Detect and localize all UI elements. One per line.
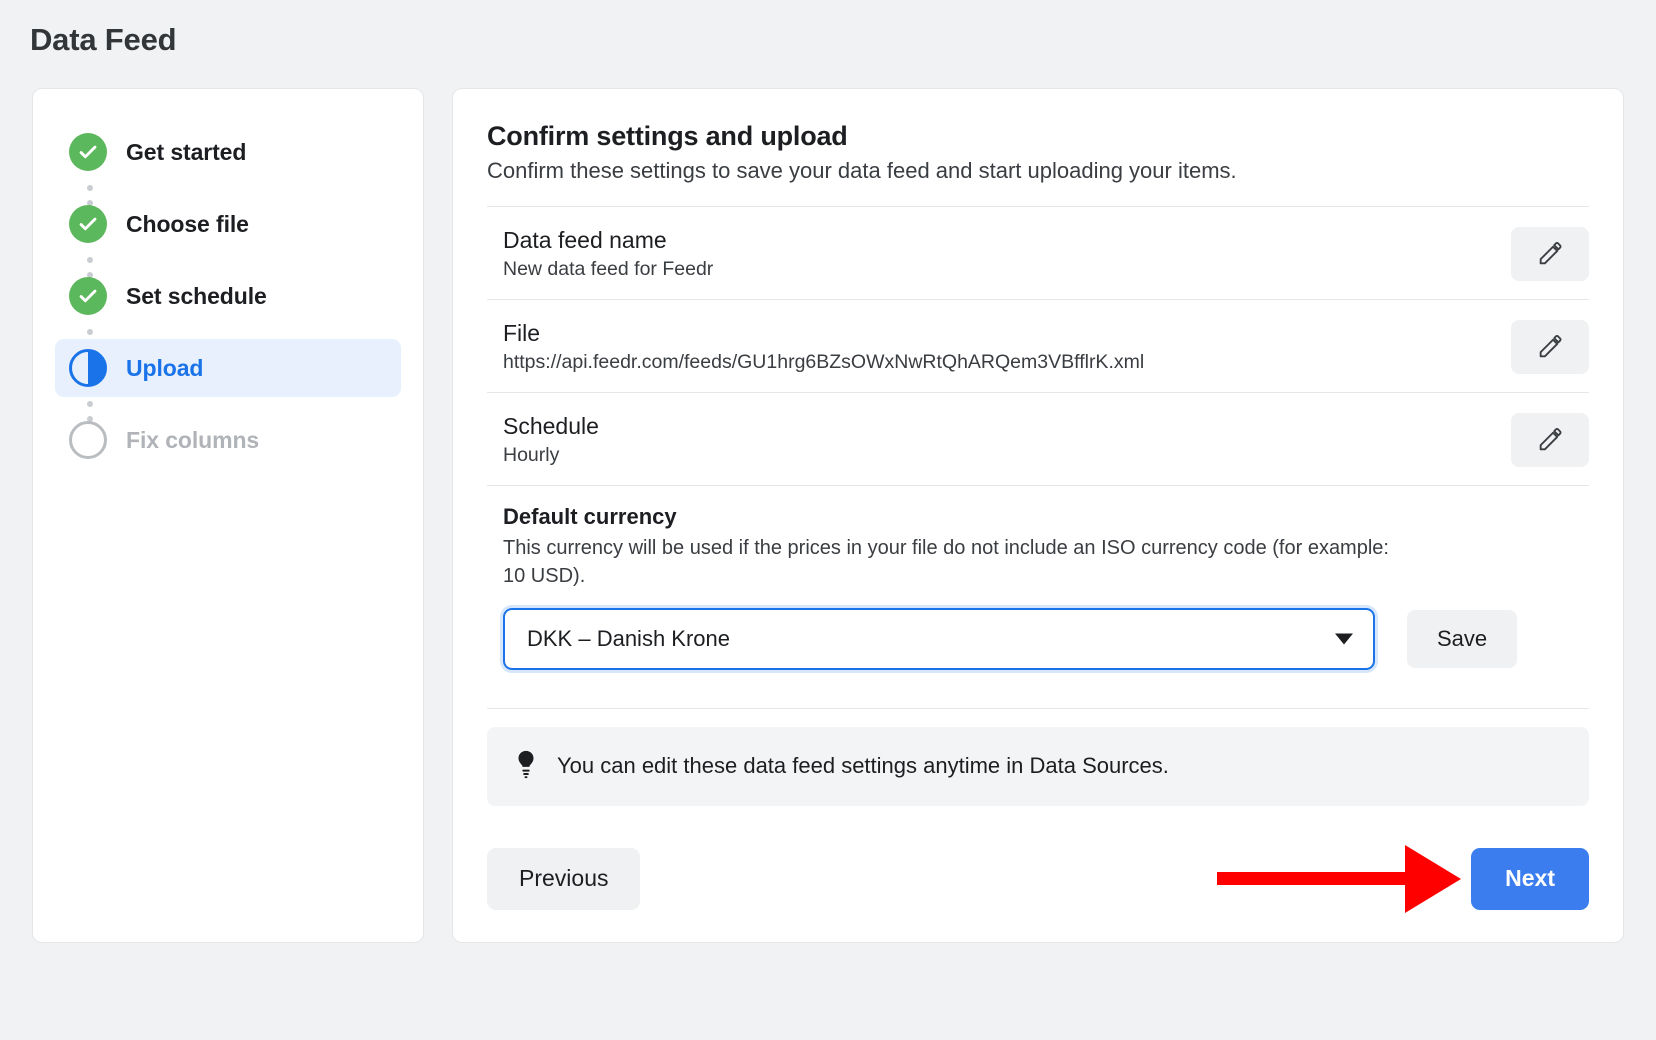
sidebar-step-set-schedule[interactable]: Set schedule [55, 267, 401, 325]
default-currency-title: Default currency [503, 504, 677, 529]
default-currency-description: This currency will be used if the prices… [503, 537, 1389, 588]
sidebar-step-label: Fix columns [126, 426, 260, 453]
tip-text: You can edit these data feed settings an… [557, 753, 1169, 779]
setting-value: Hourly [503, 444, 560, 466]
check-circle-icon [69, 277, 107, 315]
arrow-head [1405, 844, 1461, 913]
default-currency-section: Default currency This currency will be u… [487, 485, 1589, 690]
edit-data-feed-name-button[interactable] [1511, 227, 1589, 281]
pencil-icon [1536, 240, 1564, 268]
sidebar-step-upload[interactable]: Upload [55, 339, 401, 397]
arrow-shaft [1217, 872, 1407, 886]
next-button[interactable]: Next [1471, 847, 1589, 910]
panel-footer: Previous Next [487, 844, 1589, 913]
stepper-sidebar: Get started Choose file Set schedule Upl… [32, 88, 424, 943]
default-currency-controls: DKK – Danish Krone Save [503, 607, 1589, 670]
setting-text: File https://api.feedr.com/feeds/GU1hrg6… [503, 320, 1144, 374]
setting-row-schedule: Schedule Hourly [487, 392, 1589, 485]
tip-section: You can edit these data feed settings an… [487, 707, 1589, 806]
setting-value: https://api.feedr.com/feeds/GU1hrg6BZsOW… [503, 351, 1145, 373]
setting-value: New data feed for Feedr [503, 258, 714, 280]
sidebar-step-get-started[interactable]: Get started [55, 123, 401, 181]
setting-row-data-feed-name: Data feed name New data feed for Feedr [487, 206, 1589, 299]
setting-label: Schedule [503, 413, 599, 439]
setting-text: Data feed name New data feed for Feedr [503, 227, 713, 281]
sidebar-step-label: Set schedule [126, 282, 267, 309]
sidebar-step-choose-file[interactable]: Choose file [55, 195, 401, 253]
setting-label: File [503, 320, 541, 346]
red-arrow-right-icon [1217, 844, 1461, 913]
setting-label: Data feed name [503, 227, 667, 253]
sidebar-step-fix-columns[interactable]: Fix columns [55, 411, 401, 469]
pencil-icon [1536, 333, 1564, 361]
setting-text: Schedule Hourly [503, 413, 599, 467]
edit-file-button[interactable] [1511, 320, 1589, 374]
sidebar-step-label: Get started [126, 138, 247, 165]
save-currency-button[interactable]: Save [1407, 609, 1518, 668]
previous-button[interactable]: Previous [487, 847, 641, 910]
sidebar-step-label: Upload [126, 354, 204, 381]
check-circle-icon [69, 205, 107, 243]
check-circle-icon [69, 133, 107, 171]
currency-select[interactable]: DKK – Danish Krone [503, 607, 1375, 670]
page-layout: Get started Choose file Set schedule Upl… [0, 58, 1656, 943]
page-title: Data Feed [30, 22, 177, 57]
pencil-icon [1536, 426, 1564, 454]
panel-subtitle: Confirm these settings to save your data… [487, 158, 1237, 183]
currency-select-wrap: DKK – Danish Krone [503, 607, 1375, 670]
panel-title: Confirm settings and upload [487, 121, 848, 151]
empty-circle-icon [69, 421, 107, 459]
half-filled-circle-icon [69, 349, 107, 387]
edit-schedule-button[interactable] [1511, 413, 1589, 467]
setting-row-file: File https://api.feedr.com/feeds/GU1hrg6… [487, 299, 1589, 392]
stepper-list: Get started Choose file Set schedule Upl… [55, 123, 401, 469]
sidebar-step-label: Choose file [126, 210, 249, 237]
settings-list: Data feed name New data feed for Feedr F… [487, 206, 1589, 690]
tip-banner: You can edit these data feed settings an… [487, 726, 1589, 806]
confirm-settings-panel: Confirm settings and upload Confirm thes… [452, 88, 1624, 943]
lightbulb-icon [513, 749, 539, 784]
